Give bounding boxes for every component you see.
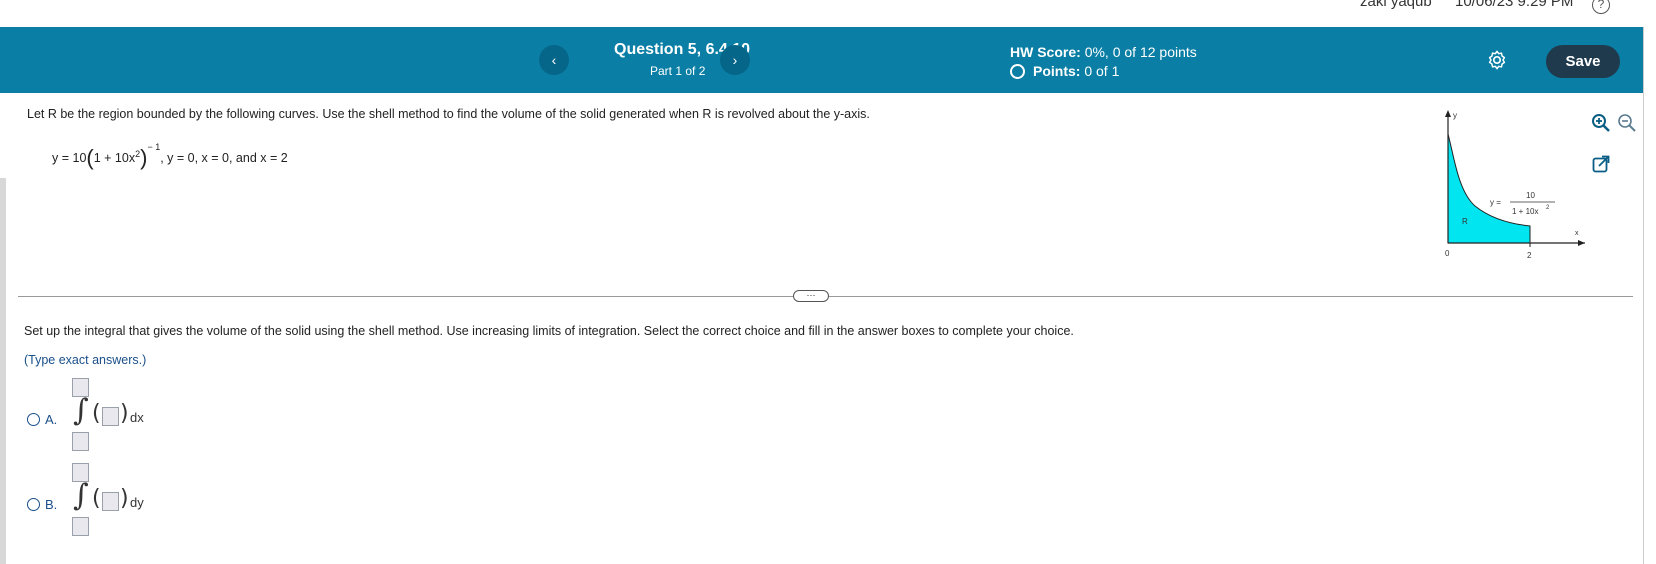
previous-question-button[interactable]: ‹ [539,45,569,75]
region-fill [1447,133,1531,244]
choice-b-integral: ∫ ( ) dy [70,463,170,543]
region-graph: y x 0 2 R y = 10 1 + 10x 2 [1445,110,1585,260]
points-circle-icon [1010,63,1025,79]
user-name: zaki yaqub [1360,0,1432,10]
choice-b[interactable]: B. [27,497,57,512]
eq-open-paren: ( [86,145,94,170]
save-button[interactable]: Save [1546,45,1620,78]
origin-label: 0 [1445,249,1450,258]
func-denominator-exp: 2 [1546,205,1550,211]
chevron-right-icon: › [732,52,738,68]
question-prompt: Let R be the region bounded by the follo… [27,107,870,121]
eq-prefix: y = 10 [52,151,87,165]
eq-rest: , y = 0, x = 0, and x = 2 [160,151,288,165]
choice-a[interactable]: A. [27,412,57,427]
hw-score: HW Score: 0%, 0 of 12 points [1010,44,1197,60]
question-icon[interactable]: ? [1592,0,1610,14]
chevron-left-icon: ‹ [551,52,557,68]
hw-score-value: 0%, 0 of 12 points [1084,44,1197,60]
region-equation: y = 10(1 + 10x2)− 1, y = 0, x = 0, and x… [52,142,288,171]
y-axis-label: y [1453,111,1457,120]
region-label: R [1462,217,1468,226]
points-label: Points: [1033,63,1081,79]
choice-b-radio[interactable] [27,498,40,511]
choice-b-differential: dy [130,495,144,510]
eq-inner: 1 + 10x [93,151,136,165]
popout-icon[interactable] [1590,153,1612,175]
choice-a-open-paren: ( [92,401,101,426]
expand-divider-button[interactable]: ⋯ [793,290,829,302]
x-axis-arrow [1578,240,1585,246]
y-axis-arrow [1445,110,1451,117]
func-numerator: 10 [1526,191,1535,200]
choice-a-integral-sign: ∫ [73,393,89,428]
choice-b-label: B. [45,497,58,512]
eq-outer-exp: − 1 [147,142,161,152]
top-strip: zaki yaqub 10/06/23 9:29 PM ? [0,0,1656,27]
points-value: 0 of 1 [1084,63,1120,79]
choice-b-lower-limit-input[interactable] [72,517,89,536]
choice-a-radio[interactable] [27,413,40,426]
question-header: ‹ Question 5, 6.4.10 Part 1 of 2 › HW Sc… [0,27,1643,93]
right-scrollbar[interactable] [1643,27,1656,564]
left-scroll-edge [0,178,6,564]
func-prefix: y = [1490,198,1501,207]
choice-a-integral: ∫ ( ) dx [70,378,170,458]
instruction-text: Set up the integral that gives the volum… [24,324,1074,338]
choice-b-open-paren: ( [92,486,101,511]
gear-icon[interactable] [1486,49,1508,71]
hint-text: (Type exact answers.) [24,353,147,367]
choice-b-integrand-input[interactable] [102,492,119,511]
hw-score-label: HW Score: [1010,44,1081,60]
x-axis-label: x [1575,230,1579,237]
graph-tools [1590,112,1656,194]
choice-a-label: A. [45,412,58,427]
choice-a-close-paren: ) [120,401,129,426]
choice-b-integral-sign: ∫ [73,478,89,513]
datetime: 10/06/23 9:29 PM [1455,0,1574,10]
zoom-out-icon[interactable] [1616,112,1638,134]
choice-b-close-paren: ) [120,486,129,511]
choice-a-differential: dx [130,410,144,425]
next-question-button[interactable]: › [720,45,750,75]
points: Points: 0 of 1 [1010,63,1119,79]
choice-a-integrand-input[interactable] [102,407,119,426]
choice-a-lower-limit-input[interactable] [72,432,89,451]
x-tick-label: 2 [1527,251,1532,260]
question-part: Part 1 of 2 [650,64,706,78]
func-denominator: 1 + 10x [1512,207,1538,216]
zoom-in-icon[interactable] [1590,112,1612,134]
